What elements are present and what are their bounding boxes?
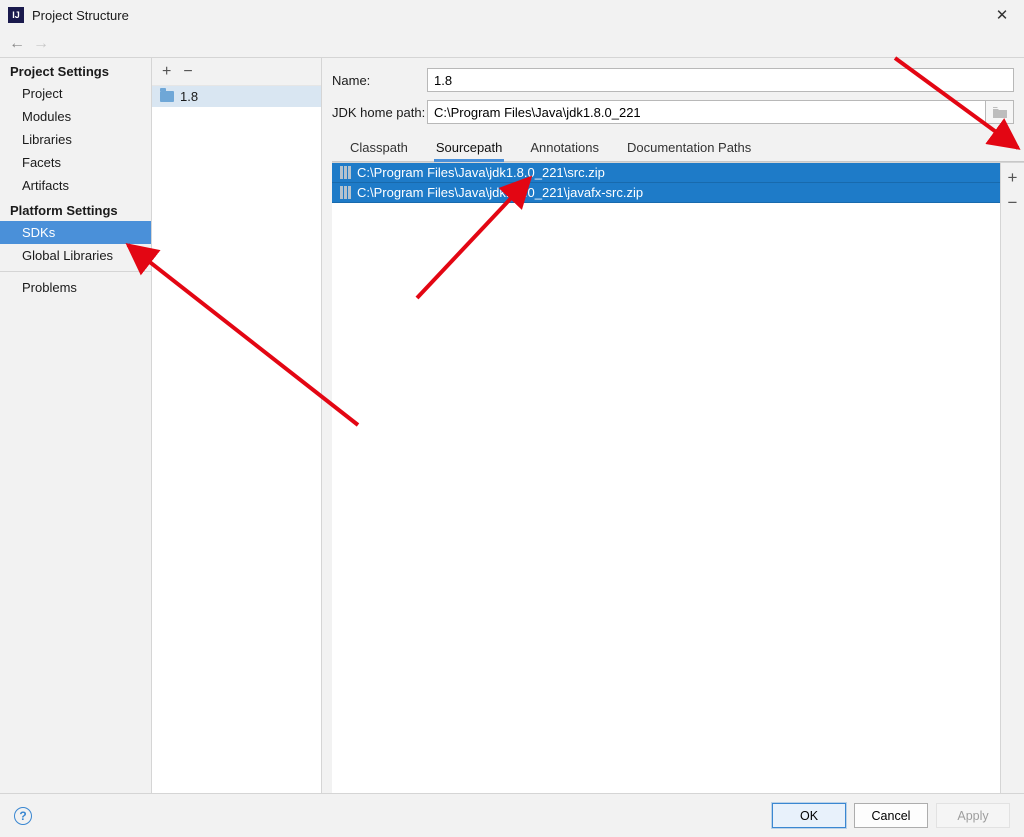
help-icon[interactable]: ? [14,807,32,825]
dialog-footer: ? OK Cancel Apply [0,793,1024,837]
tab-documentation-paths[interactable]: Documentation Paths [625,136,753,161]
sdk-list-item-label: 1.8 [180,89,198,104]
name-row: Name: [332,68,1024,92]
back-button[interactable]: ← [8,35,26,53]
ok-button[interactable]: OK [772,803,846,828]
sidebar-item-problems[interactable]: Problems [0,276,151,299]
archive-icon [340,166,351,179]
sidebar-item-facets[interactable]: Facets [0,151,151,174]
tab-annotations[interactable]: Annotations [528,136,601,161]
sdk-detail-panel: Name: JDK home path: Classpath Sourcepat… [322,58,1024,793]
folder-icon [160,91,174,102]
titlebar: IJ Project Structure ✕ [0,0,1024,30]
sourcepath-row[interactable]: C:\Program Files\Java\jdk1.8.0_221\src.z… [332,163,1000,183]
sidebar-item-sdks[interactable]: SDKs [0,221,151,244]
add-path-button[interactable]: + [1008,169,1018,186]
sourcepath-text: C:\Program Files\Java\jdk1.8.0_221\javaf… [357,185,643,200]
sdk-list-item[interactable]: 1.8 [152,86,321,107]
jdk-home-row: JDK home path: [332,100,1024,124]
sourcepath-row[interactable]: C:\Program Files\Java\jdk1.8.0_221\javaf… [332,183,1000,203]
sidebar-item-artifacts[interactable]: Artifacts [0,174,151,197]
forward-button[interactable]: → [32,35,50,53]
sdk-list-panel: + − 1.8 [152,58,322,793]
sourcepath-area: C:\Program Files\Java\jdk1.8.0_221\src.z… [332,162,1024,793]
sdk-list: 1.8 [152,86,321,793]
remove-path-button[interactable]: − [1008,194,1018,211]
section-project-settings: Project Settings [0,58,151,82]
jdk-home-input[interactable] [427,100,986,124]
sidebar-item-global-libraries[interactable]: Global Libraries [0,244,151,267]
sidebar-item-modules[interactable]: Modules [0,105,151,128]
sourcepath-text: C:\Program Files\Java\jdk1.8.0_221\src.z… [357,165,605,180]
sidebar-item-project[interactable]: Project [0,82,151,105]
apply-button[interactable]: Apply [936,803,1010,828]
nav-toolbar: ← → [0,30,1024,58]
close-icon[interactable]: ✕ [988,6,1016,24]
app-icon: IJ [8,7,24,23]
sidebar-item-libraries[interactable]: Libraries [0,128,151,151]
remove-sdk-button[interactable]: − [183,63,192,81]
main-area: Project Settings Project Modules Librari… [0,58,1024,793]
cancel-button[interactable]: Cancel [854,803,928,828]
sidebar-divider [0,271,151,272]
settings-sidebar: Project Settings Project Modules Librari… [0,58,152,793]
jdk-home-label: JDK home path: [332,105,427,120]
name-input[interactable] [427,68,1014,92]
browse-folder-icon[interactable] [986,100,1014,124]
window-title: Project Structure [32,8,988,23]
archive-icon [340,186,351,199]
section-platform-settings: Platform Settings [0,197,151,221]
sourcepath-list: C:\Program Files\Java\jdk1.8.0_221\src.z… [332,163,1000,793]
sourcepath-tools: + − [1000,163,1024,793]
sdk-tabs: Classpath Sourcepath Annotations Documen… [332,132,1024,162]
tab-classpath[interactable]: Classpath [348,136,410,161]
tab-sourcepath[interactable]: Sourcepath [434,136,505,161]
sdk-list-toolbar: + − [152,58,321,86]
add-sdk-button[interactable]: + [162,63,171,81]
name-label: Name: [332,73,427,88]
